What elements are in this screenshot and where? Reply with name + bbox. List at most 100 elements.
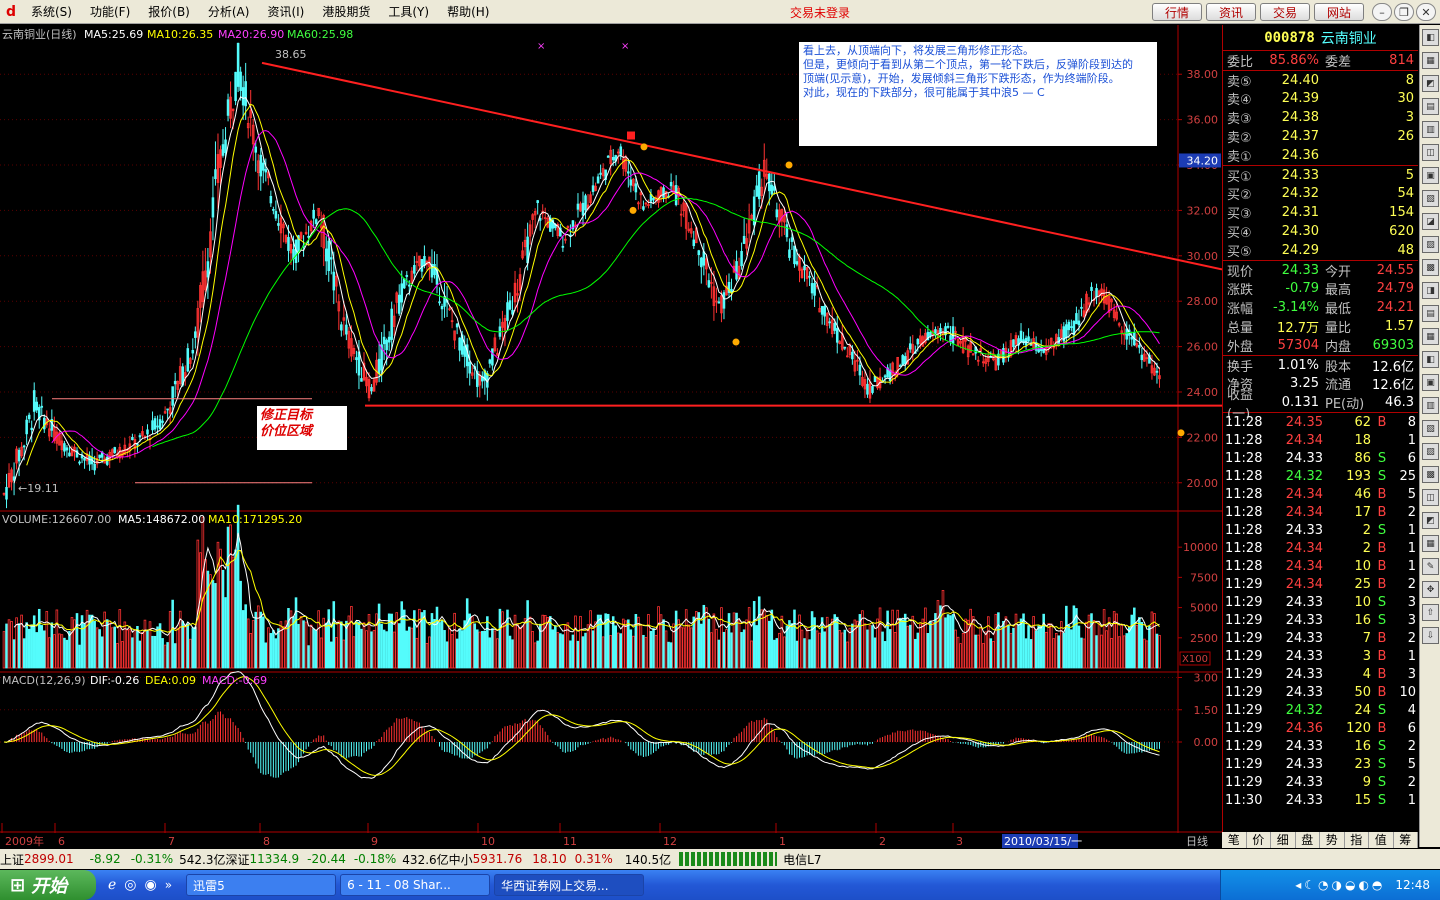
toolbar-tool-icon[interactable]: ◧ — [1422, 351, 1439, 368]
restore-icon[interactable]: ❐ — [1394, 3, 1414, 21]
quote-tab[interactable]: 指 — [1345, 832, 1369, 848]
toolbar-tool-icon[interactable]: ◫ — [1422, 489, 1439, 506]
market-button[interactable]: 行情 — [1152, 3, 1202, 21]
toolbar-tool-icon[interactable]: ▥ — [1422, 121, 1439, 138]
candle-body — [883, 375, 887, 378]
volume-bar — [382, 629, 386, 669]
website-button[interactable]: 网站 — [1314, 3, 1364, 21]
menu-system[interactable]: 系统(S) — [22, 3, 81, 20]
volume-bar — [355, 621, 358, 669]
media-icon[interactable]: ◉ — [145, 877, 157, 893]
volume-bar — [873, 637, 877, 669]
menu-function[interactable]: 功能(F) — [81, 3, 139, 20]
volume-bar — [554, 625, 557, 669]
order-level[interactable]: 买④ 24.30 620 — [1223, 222, 1418, 241]
quote-tab[interactable]: 盘 — [1296, 832, 1320, 848]
menu-quote[interactable]: 报价(B) — [139, 3, 199, 20]
volume-bar — [1017, 624, 1020, 669]
tray-icons[interactable]: ◂☾◔◑◒◐◓ — [1295, 878, 1385, 892]
menu-info[interactable]: 资讯(I) — [258, 3, 313, 20]
task-trading-app[interactable]: 华西证券网上交易... — [494, 874, 645, 896]
menu-help[interactable]: 帮助(H) — [438, 3, 498, 20]
level-price: 24.29 — [1281, 243, 1319, 258]
toolbar-tool-icon[interactable]: ▧ — [1422, 190, 1439, 207]
toolbar-tool-icon[interactable]: ▩ — [1422, 466, 1439, 483]
menu-analysis[interactable]: 分析(A) — [199, 3, 259, 20]
trade-button[interactable]: 交易 — [1260, 3, 1310, 21]
quote-tab[interactable]: 势 — [1320, 832, 1345, 848]
toolbar-tool-icon[interactable]: ▧ — [1422, 420, 1439, 437]
toolbar-tool-icon[interactable]: ◩ — [1422, 75, 1439, 92]
quote-tab[interactable]: 价 — [1247, 832, 1271, 848]
toolbar-tool-icon[interactable]: ◧ — [1422, 29, 1439, 46]
order-level[interactable]: 卖⑤ 24.40 8 — [1223, 70, 1418, 90]
order-level[interactable]: 卖① 24.36 — [1223, 146, 1418, 165]
toolbar-tool-icon[interactable]: ◫ — [1422, 144, 1439, 161]
tick-time: 11:29 — [1225, 774, 1263, 790]
zx-label: 中小 — [448, 852, 473, 867]
quicklaunch-more-icon[interactable]: » — [165, 878, 172, 892]
tick-volume: 9 — [1362, 774, 1371, 790]
close-icon[interactable]: ✕ — [1416, 3, 1436, 21]
toolbar-tool-icon[interactable]: ▤ — [1422, 305, 1439, 322]
volume-bar — [929, 620, 932, 669]
toolbar-tool-icon[interactable]: ⇩ — [1422, 627, 1439, 644]
toolbar-tool-icon[interactable]: ⇧ — [1422, 604, 1439, 621]
toolbar-tool-icon[interactable]: ▦ — [1422, 328, 1439, 345]
news-button[interactable]: 资讯 — [1206, 3, 1256, 21]
tick-count: 25 — [1399, 468, 1416, 484]
order-level[interactable]: 卖④ 24.39 30 — [1223, 89, 1418, 108]
start-button[interactable]: ⊞ 开始 — [0, 870, 96, 900]
candle-body — [1065, 324, 1068, 339]
order-level[interactable]: 买① 24.33 5 — [1223, 165, 1418, 185]
candle-body — [702, 251, 706, 266]
toolbar-tool-icon[interactable]: ▦ — [1422, 52, 1439, 69]
toolbar-tool-icon[interactable]: ▨ — [1422, 236, 1439, 253]
tick-count: 1 — [1407, 558, 1416, 574]
toolbar-tool-icon[interactable]: ✎ — [1422, 558, 1439, 575]
quote-tab[interactable]: 笔 — [1222, 832, 1247, 848]
candle-body — [161, 420, 164, 423]
quote-tab[interactable]: 值 — [1369, 832, 1394, 848]
sh-amount: 542.3亿 — [179, 852, 226, 867]
volume-bar — [916, 632, 920, 669]
task-xunlei[interactable]: 迅雷5 — [186, 874, 337, 896]
toolbar-tool-icon[interactable]: ▣ — [1422, 374, 1439, 391]
tick-time: 11:29 — [1225, 648, 1263, 664]
volume-bar — [559, 633, 562, 669]
quote-tab[interactable]: 筹 — [1394, 832, 1418, 848]
minimize-icon[interactable]: – — [1372, 3, 1392, 21]
toolbar-tool-icon[interactable]: ▦ — [1422, 535, 1439, 552]
volume-bar — [488, 637, 492, 669]
candle-body — [385, 339, 388, 351]
toolbar-tool-icon[interactable]: ▣ — [1422, 167, 1439, 184]
toolbar-tool-icon[interactable]: ✥ — [1422, 581, 1439, 598]
task-browser[interactable]: 6 - 11 - 08 Shar... — [340, 874, 491, 896]
order-level[interactable]: 卖② 24.37 26 — [1223, 127, 1418, 146]
menu-tools[interactable]: 工具(Y) — [379, 3, 438, 20]
toolbar-tool-icon[interactable]: ▨ — [1422, 443, 1439, 460]
menu-hk-futures[interactable]: 港股期货 — [313, 3, 379, 20]
order-level[interactable]: 卖③ 24.38 3 — [1223, 108, 1418, 127]
browser-icon[interactable]: ◎ — [124, 877, 136, 893]
tick-count: 5 — [1407, 756, 1416, 772]
macd-header: MACD(12,26,9) — [2, 674, 86, 687]
quote-tab[interactable]: 细 — [1271, 832, 1296, 848]
order-level[interactable]: 买⑤ 24.29 48 — [1223, 241, 1418, 260]
level-price: 24.39 — [1281, 91, 1319, 106]
order-level[interactable]: 买③ 24.31 154 — [1223, 203, 1418, 222]
kline-chart[interactable]: 38.0036.0034.0032.0030.0028.0026.0024.00… — [0, 25, 1222, 850]
candle-body — [458, 337, 461, 351]
candle-body — [382, 336, 386, 345]
toolbar-tool-icon[interactable]: ◪ — [1422, 213, 1439, 230]
macd-tick-label: 1.50 — [1194, 704, 1219, 717]
toolbar-tool-icon[interactable]: ▤ — [1422, 98, 1439, 115]
toolbar-tool-icon[interactable]: ◨ — [1422, 282, 1439, 299]
ie-icon[interactable]: ℯ — [108, 877, 116, 893]
price-tick-label: 28.00 — [1187, 295, 1219, 308]
toolbar-tool-icon[interactable]: ▥ — [1422, 397, 1439, 414]
toolbar-tool-icon[interactable]: ◩ — [1422, 512, 1439, 529]
order-level[interactable]: 买② 24.32 54 — [1223, 184, 1418, 203]
toolbar-tool-icon[interactable]: ▩ — [1422, 259, 1439, 276]
tick-volume: 2 — [1362, 540, 1371, 556]
